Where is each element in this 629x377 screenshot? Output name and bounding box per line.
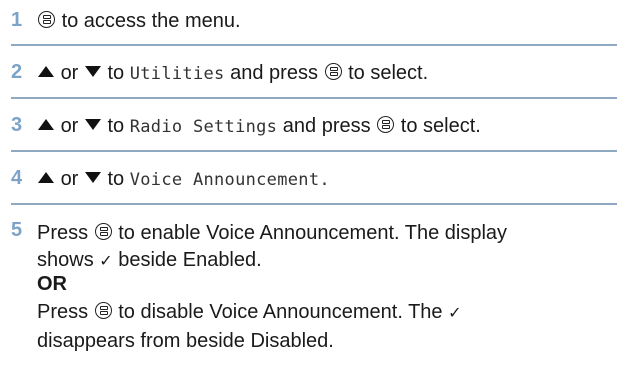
to-word: to	[107, 62, 125, 84]
press-word: and press	[282, 115, 371, 137]
menu-ok-button-icon	[324, 63, 342, 80]
step-text-line: Press to enable Voice Announcement. The …	[37, 219, 629, 248]
checkmark-icon: ✓	[99, 251, 113, 270]
menu-item-name: Voice Announcement	[129, 170, 320, 190]
press-word: Press	[37, 301, 89, 323]
step-number: 1	[11, 9, 23, 31]
separator	[11, 44, 617, 46]
step-text: or to Voice Announcement.	[37, 167, 629, 192]
up-arrow-icon	[38, 172, 54, 183]
step-text-line: disappears from beside Disabled.	[37, 330, 334, 352]
step-4: 4 or to Voice Announcement.	[0, 167, 629, 192]
menu-item-name: Utilities	[129, 64, 225, 84]
step-2: 2 or to Utilities and press to select.	[0, 61, 629, 86]
press-word: and press	[230, 62, 318, 84]
or-word: or	[60, 168, 79, 190]
step-text-line: shows ✓ beside Enabled.	[37, 248, 629, 273]
menu-ok-button-icon	[38, 11, 55, 28]
down-arrow-icon	[84, 119, 101, 130]
separator	[11, 150, 617, 152]
down-arrow-icon	[84, 172, 101, 183]
step-5: 5 Press to enable Voice Announcement. Th…	[0, 219, 629, 354]
menu-item-name: Radio Settings	[129, 117, 278, 137]
or-label: OR	[37, 273, 67, 295]
step-text-part: shows	[37, 249, 94, 271]
step-text-part: to access the menu.	[61, 10, 241, 32]
step-text-part: beside Enabled.	[118, 249, 262, 271]
separator	[11, 97, 617, 99]
up-arrow-icon	[38, 66, 54, 77]
or-word: or	[60, 115, 79, 137]
step-text-part: to enable Voice Announcement. The displa…	[118, 222, 508, 244]
or-word: or	[60, 62, 79, 84]
to-word: to	[107, 115, 125, 137]
step-text: or to Utilities and press to select.	[37, 61, 629, 86]
menu-ok-button-icon	[94, 223, 112, 240]
down-arrow-icon	[84, 66, 101, 77]
step-number: 2	[11, 61, 23, 83]
checkmark-icon: ✓	[448, 303, 462, 322]
step-1: 1 to access the menu.	[0, 9, 629, 33]
separator	[11, 203, 617, 205]
step-text-line: Press to disable Voice Announcement. The…	[37, 297, 629, 328]
step-number: 4	[11, 167, 23, 189]
up-arrow-icon	[38, 119, 54, 130]
press-word: Press	[37, 222, 89, 244]
step-text-part: .	[319, 170, 330, 190]
step-number: 3	[11, 114, 23, 136]
menu-ok-button-icon	[94, 302, 112, 319]
step-text: to access the menu.	[37, 9, 629, 33]
step-text-part: to select.	[348, 62, 429, 84]
to-word: to	[107, 168, 125, 190]
step-3: 3 or to Radio Settings and press to sele…	[0, 114, 629, 139]
step-number: 5	[11, 219, 23, 241]
step-text-part: to select.	[400, 115, 481, 137]
step-text: or to Radio Settings and press to select…	[37, 114, 629, 139]
menu-ok-button-icon	[377, 116, 395, 133]
step-text-part: to disable Voice Announcement. The	[118, 301, 443, 323]
